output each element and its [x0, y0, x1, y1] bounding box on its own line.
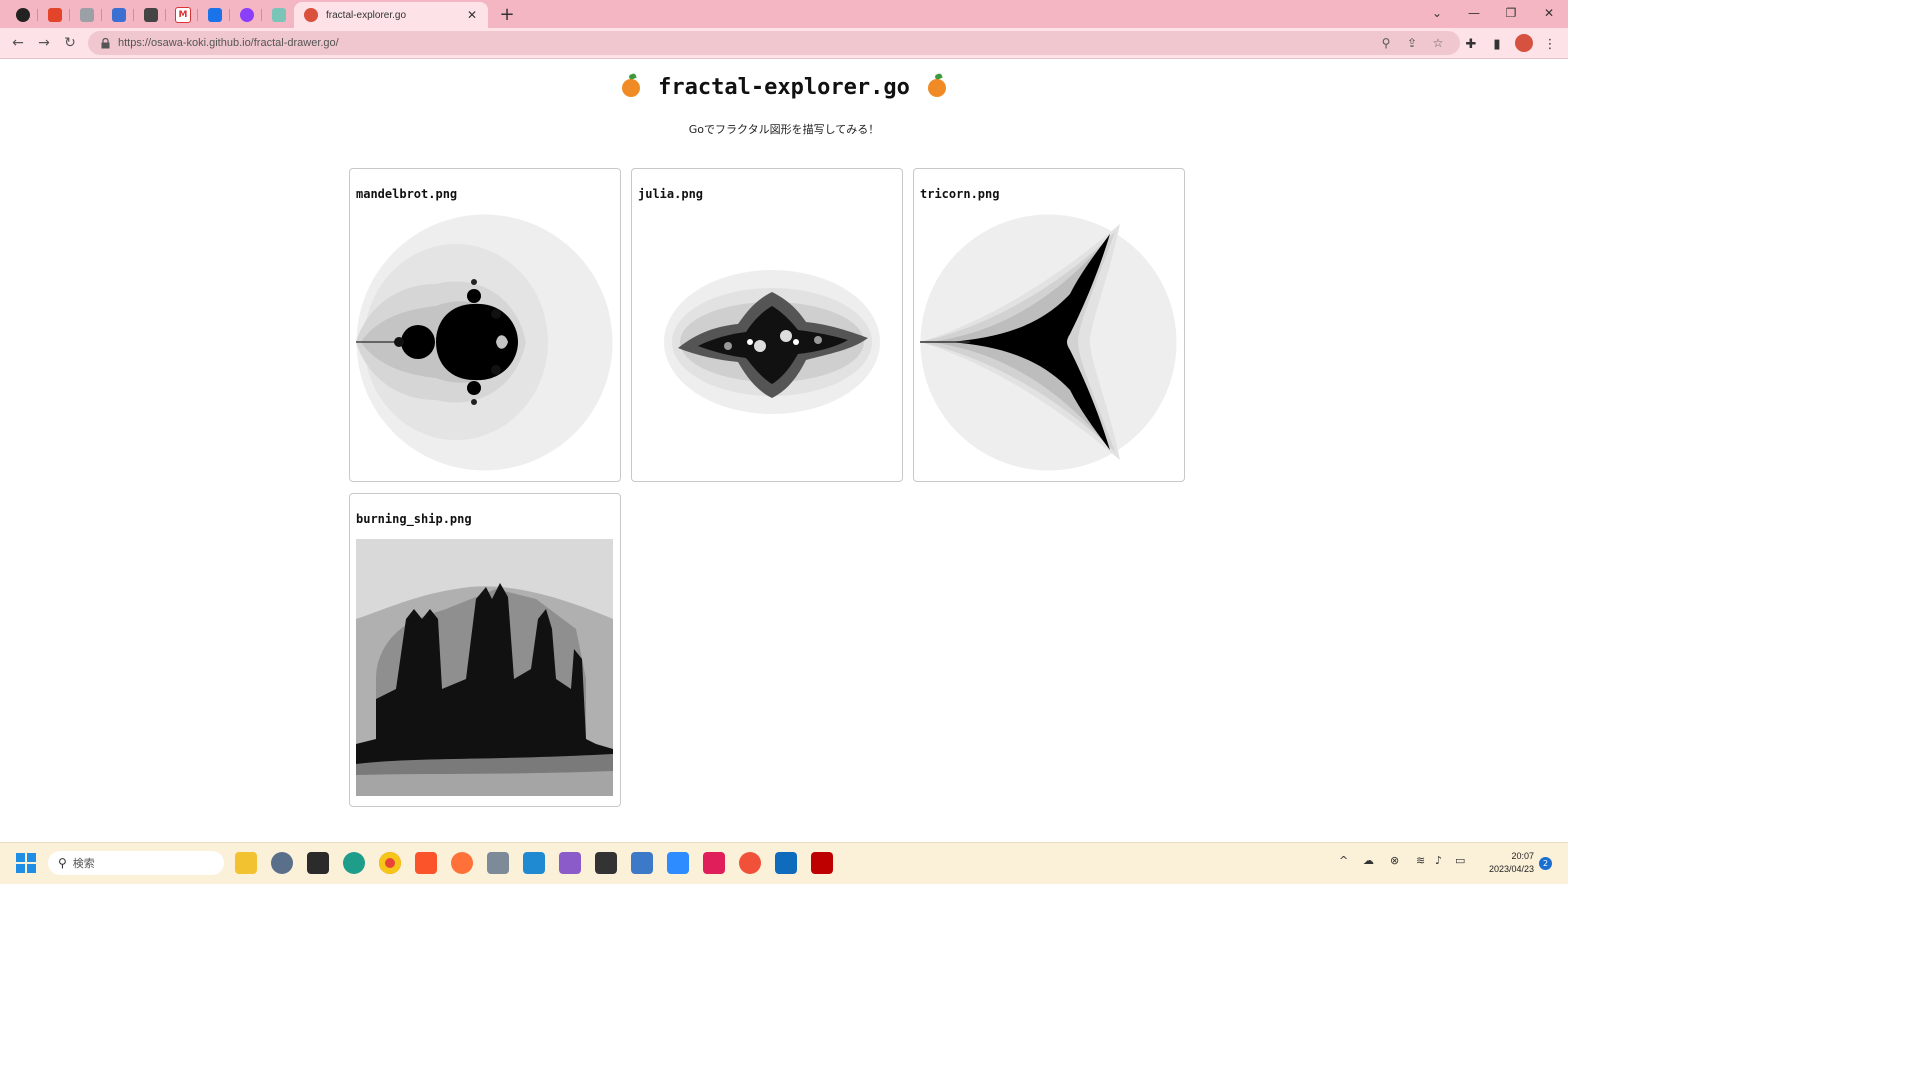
circle-app-icon [240, 8, 254, 22]
github-icon [16, 8, 30, 22]
volume-icon[interactable]: ♪ [1435, 854, 1442, 867]
search-icon: ⚲ [58, 856, 67, 870]
fractal-card-tricorn: tricorn.png [913, 168, 1185, 482]
terminal-icon[interactable] [307, 852, 329, 874]
restore-button[interactable]: ❐ [1492, 0, 1530, 26]
settings-icon[interactable] [271, 852, 293, 874]
pinned-tab-hexagon[interactable] [72, 4, 102, 26]
taskbar-search[interactable]: ⚲ 検索 [48, 851, 224, 875]
clock-time: 20:07 [1511, 851, 1534, 861]
page-heading: fractal-explorer.go [622, 75, 946, 100]
new-tab-button[interactable]: + [497, 4, 517, 25]
onedrive-icon[interactable]: ☁ [1363, 854, 1374, 867]
card-caption: mandelbrot.png [356, 187, 458, 201]
tangerine-emoji-icon [622, 78, 641, 97]
grid-app-icon [112, 8, 126, 22]
page-subtitle: Goでフラクタル図形を描写してみる！ [688, 123, 880, 136]
tray-overflow-icon[interactable]: ^ [1339, 854, 1348, 867]
back-button[interactable]: ← [8, 33, 28, 53]
gitlab-icon [48, 8, 62, 22]
pinned-tab-circle-app[interactable] [232, 4, 262, 26]
kobo-icon[interactable] [811, 852, 833, 874]
start-button[interactable] [16, 853, 36, 873]
fractal-card-burning-ship: burning_ship.png [349, 493, 621, 807]
reload-button[interactable]: ↻ [60, 33, 80, 53]
zoom-icon[interactable] [667, 852, 689, 874]
browser-toolbar: ← → ↻ https://osawa-koki.github.io/fract… [0, 28, 1568, 59]
menu-kebab-icon[interactable]: ⋮ [1541, 35, 1559, 53]
share-icon[interactable]: ⇪ [1404, 35, 1420, 51]
pinned-tab-gitlab[interactable] [40, 4, 70, 26]
site-favicon-icon [304, 8, 318, 22]
page-title: fractal-explorer.go [658, 75, 910, 100]
fractal-card-julia: julia.png [631, 168, 903, 482]
card-caption: tricorn.png [920, 187, 1000, 201]
close-window-button[interactable]: ✕ [1530, 0, 1568, 26]
minimize-button[interactable]: — [1455, 0, 1493, 26]
active-tab[interactable]: fractal-explorer.go ✕ [294, 2, 488, 28]
pinned-tab-chat[interactable] [264, 4, 294, 26]
pinned-tab-gmail[interactable]: M [168, 4, 198, 26]
tab-search-icon[interactable]: ⌄ [1418, 0, 1456, 26]
mandelbrot-image [356, 214, 613, 471]
profile-avatar[interactable] [1515, 34, 1533, 52]
calendar-icon [208, 8, 222, 22]
julia-image [638, 214, 895, 471]
file-explorer-icon[interactable] [235, 852, 257, 874]
battery-icon[interactable]: ▭ [1455, 854, 1465, 867]
notepad-icon[interactable] [631, 852, 653, 874]
card-caption: burning_ship.png [356, 512, 472, 526]
forward-button[interactable]: → [34, 33, 54, 53]
search-placeholder: 検索 [72, 857, 95, 870]
pinned-tab-calendar[interactable] [200, 4, 230, 26]
lock-icon[interactable] [98, 36, 112, 50]
tricorn-image [920, 214, 1177, 471]
vscode-icon[interactable] [523, 852, 545, 874]
inkscape-icon[interactable] [595, 852, 617, 874]
clock[interactable]: 20:07 2023/04/23 [1478, 850, 1534, 876]
hexagon-icon [80, 8, 94, 22]
pinned-tab-grid[interactable] [104, 4, 134, 26]
remote-desktop-icon[interactable] [487, 852, 509, 874]
address-bar[interactable]: https://osawa-koki.github.io/fractal-dra… [88, 31, 1460, 55]
chrome-icon[interactable] [379, 852, 401, 874]
swift-icon[interactable] [739, 852, 761, 874]
web-page: fractal-explorer.go Goでフラクタル図形を描写してみる！ m… [0, 59, 1568, 842]
extensions-icon[interactable]: ✚ [1462, 35, 1480, 53]
tab-strip: M fractal-explorer.go ✕ + ⌄ — ❐ ✕ [0, 0, 1568, 28]
butterfly-icon [144, 8, 158, 22]
visual-studio-icon[interactable] [559, 852, 581, 874]
windows-taskbar: ⚲ 検索 ^ ☁ ⊗ ≋ ♪ ▭ 20:07 2023/04/23 2 [0, 842, 1568, 884]
close-circle-icon[interactable]: ⊗ [1390, 854, 1399, 867]
notification-badge[interactable]: 2 [1539, 857, 1552, 870]
pinned-tab-github[interactable] [8, 4, 38, 26]
close-tab-icon[interactable]: ✕ [464, 7, 480, 23]
tab-title: fractal-explorer.go [326, 9, 407, 21]
zoom-icon[interactable]: ⚲ [1378, 35, 1394, 51]
edge-icon[interactable] [343, 852, 365, 874]
card-caption: julia.png [638, 187, 704, 201]
slack-icon[interactable] [703, 852, 725, 874]
side-panel-icon[interactable]: ▮ [1488, 35, 1506, 53]
fractal-card-mandelbrot: mandelbrot.png [349, 168, 621, 482]
chat-app-icon [272, 8, 286, 22]
burning-ship-image [356, 539, 613, 796]
pinned-tab-butterfly[interactable] [136, 4, 166, 26]
gmail-icon: M [175, 7, 191, 23]
firefox-icon[interactable] [451, 852, 473, 874]
brave-icon[interactable] [415, 852, 437, 874]
url-text: https://osawa-koki.github.io/fractal-dra… [118, 37, 339, 49]
network-app-icon[interactable] [775, 852, 797, 874]
bookmark-star-icon[interactable]: ☆ [1430, 35, 1446, 51]
tangerine-emoji-icon [927, 78, 946, 97]
wifi-icon[interactable]: ≋ [1416, 854, 1425, 867]
clock-date: 2023/04/23 [1488, 864, 1534, 874]
